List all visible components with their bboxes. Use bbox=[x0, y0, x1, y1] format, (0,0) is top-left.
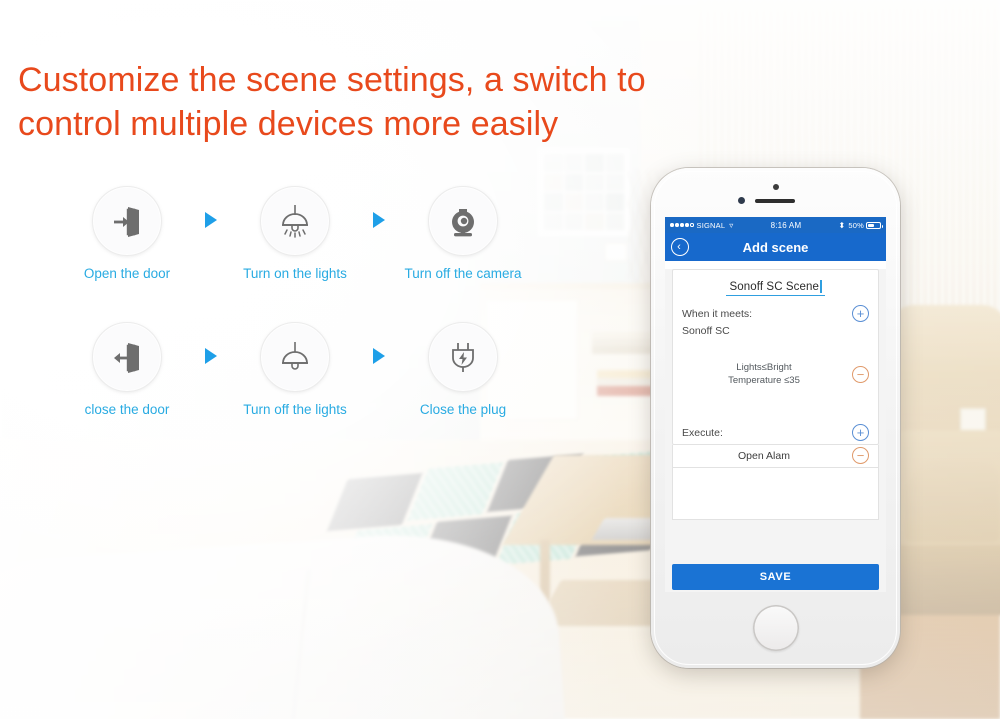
text-cursor bbox=[820, 280, 822, 293]
flow-arrow-3 bbox=[192, 322, 230, 364]
step-icon-circle bbox=[92, 186, 162, 256]
plus-circle-icon-condition[interactable]: + bbox=[852, 305, 869, 322]
scene-flow-row-2: close the door Turn off the lights Close… bbox=[62, 322, 528, 419]
signal-strength-icon bbox=[670, 223, 694, 227]
step-icon-circle bbox=[428, 322, 498, 392]
play-triangle-icon bbox=[373, 212, 385, 228]
condition-spacer-bottom bbox=[673, 387, 878, 421]
flow-step-label: Turn off the camera bbox=[404, 266, 522, 281]
condition-detail-text: Lights≤Bright Temperature ≤35 bbox=[728, 362, 800, 386]
status-bar: SIGNAL ▿ 8:16 AM ⬍ 50% bbox=[665, 217, 886, 233]
status-time: 8:16 AM bbox=[770, 220, 802, 230]
screen-title: Add scene bbox=[742, 239, 809, 255]
play-triangle-icon bbox=[205, 212, 217, 228]
webcam-icon bbox=[452, 209, 474, 237]
plus-circle-icon-execute[interactable]: + bbox=[852, 424, 869, 441]
flow-step-close-plug[interactable]: Close the plug bbox=[398, 322, 528, 419]
flow-step-camera-off[interactable]: Turn off the camera bbox=[398, 186, 528, 283]
scene-name-value: Sonoff SC Scene bbox=[729, 280, 819, 293]
flow-arrow-4 bbox=[360, 322, 398, 364]
flow-step-lights-off[interactable]: Turn off the lights bbox=[230, 322, 360, 419]
execute-header-row: Execute: + bbox=[673, 421, 878, 444]
scene-name-input[interactable]: Sonoff SC Scene bbox=[726, 280, 825, 296]
step-icon-circle bbox=[92, 322, 162, 392]
battery-percent: 50% bbox=[848, 220, 864, 230]
scene-flow-row-1: Open the door Turn on the lights Turn of… bbox=[62, 186, 528, 283]
flow-arrow-2 bbox=[360, 186, 398, 228]
minus-circle-icon-condition[interactable]: − bbox=[852, 365, 869, 383]
carrier-label: SIGNAL bbox=[696, 220, 726, 230]
execute-item-row: Open Alam − bbox=[672, 445, 879, 468]
flow-step-label: Open the door bbox=[83, 266, 171, 281]
condition-detail-row: Lights≤Bright Temperature ≤35 − bbox=[673, 361, 878, 387]
home-button[interactable] bbox=[752, 605, 799, 651]
scene-name-row: Sonoff SC Scene bbox=[673, 270, 878, 302]
app-nav-bar: ‹ Add scene bbox=[665, 233, 886, 261]
flow-step-open-door[interactable]: Open the door bbox=[62, 186, 192, 283]
flow-step-label: close the door bbox=[84, 402, 170, 417]
proximity-sensor-icon bbox=[738, 197, 745, 204]
pendant-lamp-on-icon bbox=[282, 205, 308, 238]
execute-label: Execute: bbox=[682, 426, 723, 439]
flow-step-close-door[interactable]: close the door bbox=[62, 322, 192, 419]
play-triangle-icon bbox=[205, 348, 217, 364]
scene-condition-card: Sonoff SC Scene When it meets: + Sonoff … bbox=[672, 269, 879, 445]
condition-label: When it meets: bbox=[682, 307, 753, 320]
condition-spacer-top bbox=[673, 339, 878, 361]
save-button-wrap: SAVE bbox=[672, 564, 879, 590]
flow-step-label: Turn off the lights bbox=[243, 402, 347, 417]
save-button[interactable]: SAVE bbox=[672, 564, 879, 590]
pendant-lamp-off-icon bbox=[282, 342, 308, 370]
step-icon-circle bbox=[428, 186, 498, 256]
door-exit-icon bbox=[114, 343, 139, 373]
page-title: Customize the scene settings, a switch t… bbox=[18, 61, 646, 143]
play-triangle-icon bbox=[373, 348, 385, 364]
minus-circle-icon-execute[interactable]: − bbox=[852, 447, 869, 464]
door-enter-icon bbox=[114, 207, 139, 237]
back-button[interactable]: ‹ bbox=[671, 238, 689, 256]
execute-empty-area bbox=[672, 468, 879, 520]
battery-icon bbox=[866, 221, 883, 229]
flow-step-lights-on[interactable]: Turn on the lights bbox=[230, 186, 360, 283]
front-camera-icon bbox=[772, 184, 779, 190]
iphone-mockup: SIGNAL ▿ 8:16 AM ⬍ 50% ‹ Add scene Sonof… bbox=[651, 168, 900, 668]
chevron-left-icon: ‹ bbox=[677, 240, 681, 253]
flow-step-label: Close the plug bbox=[419, 402, 507, 417]
flow-step-label: Turn on the lights bbox=[243, 266, 347, 281]
phone-screen: SIGNAL ▿ 8:16 AM ⬍ 50% ‹ Add scene Sonof… bbox=[665, 217, 886, 592]
earpiece-speaker bbox=[755, 199, 795, 203]
condition-device-name: Sonoff SC bbox=[682, 325, 730, 337]
power-plug-icon bbox=[452, 343, 474, 372]
bluetooth-icon: ⬍ bbox=[838, 220, 846, 230]
flow-arrow-1 bbox=[192, 186, 230, 228]
condition-header-row: When it meets: + bbox=[673, 302, 878, 325]
step-icon-circle bbox=[260, 186, 330, 256]
step-icon-circle bbox=[260, 322, 330, 392]
execute-item-text: Open Alam bbox=[738, 449, 790, 462]
app-content: Sonoff SC Scene When it meets: + Sonoff … bbox=[665, 269, 886, 592]
